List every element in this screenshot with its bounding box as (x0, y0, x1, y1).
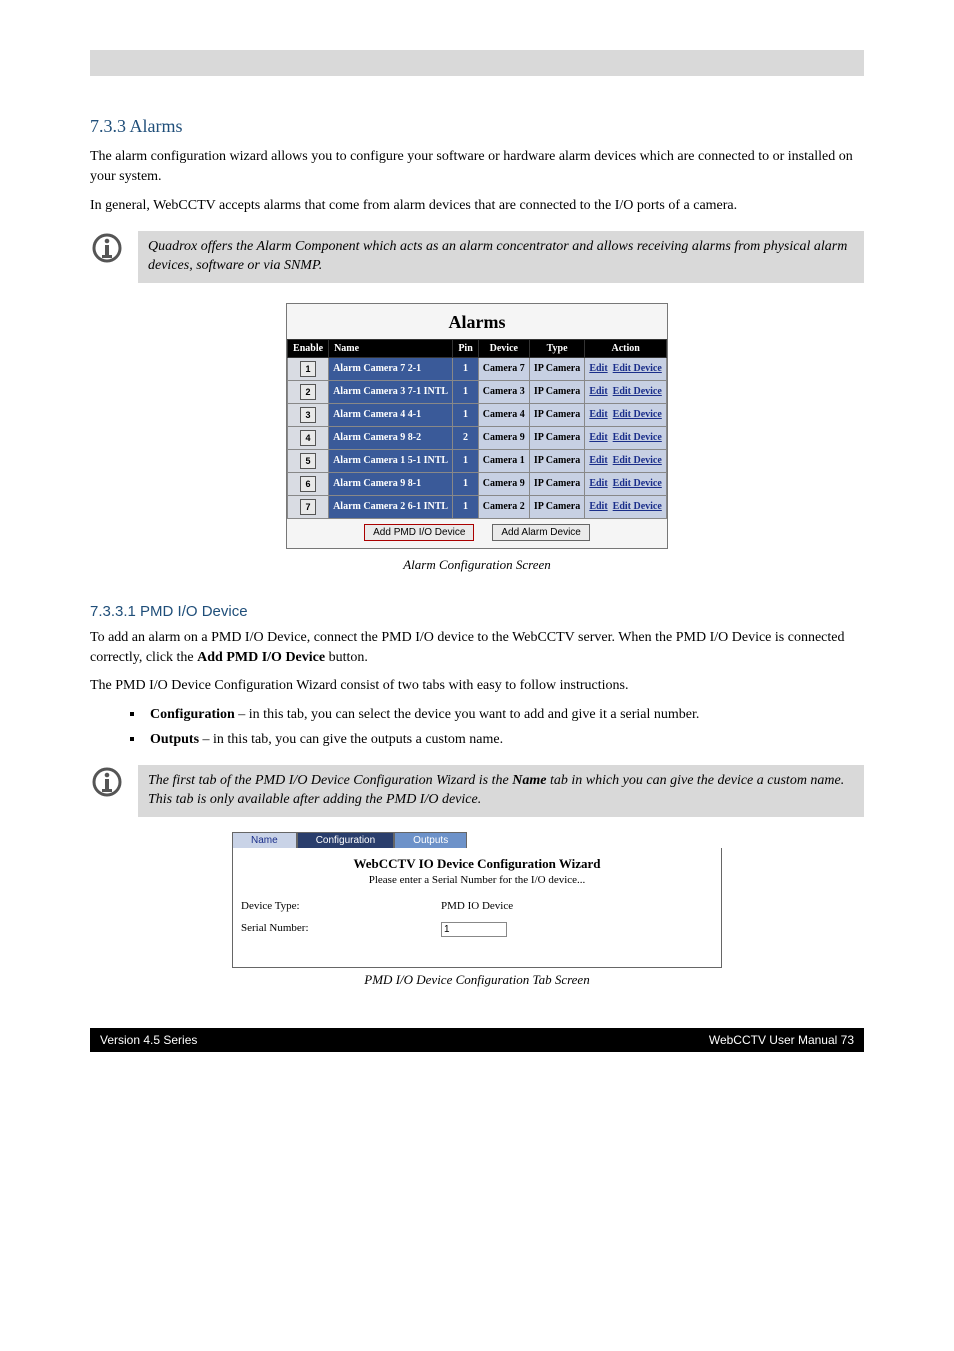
wizard-tab-outputs[interactable]: Outputs (394, 832, 467, 848)
add-pmd-button[interactable]: Add PMD I/O Device (364, 524, 474, 541)
alarms-title: Alarms (287, 304, 667, 339)
row-pin: 1 (453, 472, 479, 495)
footer-left: Version 4.5 Series (100, 1033, 197, 1047)
table-row: 1Alarm Camera 7 2-11Camera 7IP CameraEdi… (288, 357, 667, 380)
table-row: 5 Alarm Camera 1 5-1 INTL1Camera 1IP Came… (288, 449, 667, 472)
enable-button[interactable]: 7 (300, 499, 316, 515)
row-device: Camera 9 (478, 426, 529, 449)
edit-device-link[interactable]: Edit Device (613, 478, 662, 489)
row-device: Camera 3 (478, 380, 529, 403)
row-pin: 1 (453, 357, 479, 380)
row-name: Alarm Camera 2 6-1 INTL (329, 495, 453, 518)
wizard-tab-name[interactable]: Name (232, 832, 297, 848)
wizard-subtitle: Please enter a Serial Number for the I/O… (241, 874, 713, 886)
row-device: Camera 9 (478, 472, 529, 495)
edit-device-link[interactable]: Edit Device (613, 363, 662, 374)
enable-button[interactable]: 5 (300, 453, 316, 469)
row-type: IP Camera (529, 357, 584, 380)
row-pin: 1 (453, 380, 479, 403)
pmd-paragraph-1: To add an alarm on a PMD I/O Device, con… (90, 628, 864, 669)
wizard-caption: PMD I/O Device Configuration Tab Screen (90, 972, 864, 988)
section-heading-alarms: 7.3.3 Alarms (90, 116, 864, 137)
callout-note-alarm-component: Quadrox offers the Alarm Component which… (138, 231, 864, 283)
row-pin: 2 (453, 426, 479, 449)
enable-button[interactable]: 1 (300, 361, 316, 377)
edit-link[interactable]: Edit (589, 409, 607, 420)
row-name: Alarm Camera 9 8-1 (329, 472, 453, 495)
row-name: Alarm Camera 1 5-1 INTL (329, 449, 453, 472)
edit-link[interactable]: Edit (589, 501, 607, 512)
row-pin: 1 (453, 495, 479, 518)
col-enable: Enable (288, 339, 329, 357)
info-icon (90, 765, 124, 804)
edit-device-link[interactable]: Edit Device (613, 386, 662, 397)
table-row: 6 Alarm Camera 9 8-11Camera 9IP Camera Edi… (288, 472, 667, 495)
enable-button[interactable]: 2 (300, 384, 316, 400)
wizard-title: WebCCTV IO Device Configuration Wizard (241, 852, 713, 874)
wizard-tab-configuration[interactable]: Configuration (297, 832, 394, 848)
pmd-paragraph-2: The PMD I/O Device Configuration Wizard … (90, 676, 864, 696)
edit-link[interactable]: Edit (589, 455, 607, 466)
alarms-caption: Alarm Configuration Screen (90, 557, 864, 573)
edit-link[interactable]: Edit (589, 432, 607, 443)
edit-device-link[interactable]: Edit Device (613, 409, 662, 420)
device-type-value: PMD IO Device (441, 900, 513, 912)
intro-paragraph-2: In general, WebCCTV accepts alarms that … (90, 196, 864, 216)
enable-button[interactable]: 3 (300, 407, 316, 423)
row-type: IP Camera (529, 472, 584, 495)
edit-link[interactable]: Edit (589, 478, 607, 489)
info-icon (90, 231, 124, 270)
enable-button[interactable]: 6 (300, 476, 316, 492)
row-type: IP Camera (529, 403, 584, 426)
row-name: Alarm Camera 4 4-1 (329, 403, 453, 426)
row-type: IP Camera (529, 495, 584, 518)
bullet-outputs: Outputs – in this tab, you can give the … (130, 730, 864, 750)
serial-number-input[interactable] (441, 922, 507, 937)
col-name: Name (329, 339, 453, 357)
table-row: 7 Alarm Camera 2 6-1 INTL1Camera 2IP Came… (288, 495, 667, 518)
page-footer: Version 4.5 Series WebCCTV User Manual 7… (90, 1028, 864, 1052)
row-pin: 1 (453, 403, 479, 426)
edit-link[interactable]: Edit (589, 363, 607, 374)
row-type: IP Camera (529, 426, 584, 449)
col-pin: Pin (453, 339, 479, 357)
col-type: Type (529, 339, 584, 357)
intro-paragraph-1: The alarm configuration wizard allows yo… (90, 147, 864, 188)
alarms-table: Enable Name Pin Device Type Action 1Alar… (287, 339, 667, 519)
edit-device-link[interactable]: Edit Device (613, 455, 662, 466)
bullet-list: Configuration – in this tab, you can sel… (130, 705, 864, 750)
row-pin: 1 (453, 449, 479, 472)
edit-device-link[interactable]: Edit Device (613, 432, 662, 443)
top-header-bar (90, 50, 864, 76)
edit-device-link[interactable]: Edit Device (613, 501, 662, 512)
callout-note-name-tab: The first tab of the PMD I/O Device Conf… (138, 765, 864, 817)
row-device: Camera 7 (478, 357, 529, 380)
add-alarm-button[interactable]: Add Alarm Device (492, 524, 589, 541)
alarms-panel: Alarms Enable Name Pin Device Type Actio… (286, 303, 668, 549)
row-type: IP Camera (529, 449, 584, 472)
table-row: 4 Alarm Camera 9 8-22Camera 9IP Camera Edi… (288, 426, 667, 449)
row-device: Camera 4 (478, 403, 529, 426)
wizard-panel: Name Configuration Outputs WebCCTV IO De… (232, 832, 722, 968)
row-name: Alarm Camera 7 2-1 (329, 357, 453, 380)
row-name: Alarm Camera 3 7-1 INTL (329, 380, 453, 403)
serial-number-label: Serial Number: (241, 922, 441, 937)
enable-button[interactable]: 4 (300, 430, 316, 446)
edit-link[interactable]: Edit (589, 386, 607, 397)
footer-right: WebCCTV User Manual 73 (709, 1033, 854, 1047)
device-type-label: Device Type: (241, 900, 441, 912)
table-row: 3 Alarm Camera 4 4-11Camera 4IP Camera Edi… (288, 403, 667, 426)
col-action: Action (585, 339, 667, 357)
col-device: Device (478, 339, 529, 357)
row-device: Camera 1 (478, 449, 529, 472)
bullet-configuration: Configuration – in this tab, you can sel… (130, 705, 864, 725)
row-device: Camera 2 (478, 495, 529, 518)
subheading-pmd: 7.3.3.1 PMD I/O Device (90, 603, 864, 620)
row-name: Alarm Camera 9 8-2 (329, 426, 453, 449)
row-type: IP Camera (529, 380, 584, 403)
table-row: 2 Alarm Camera 3 7-1 INTL1Camera 3IP Came… (288, 380, 667, 403)
